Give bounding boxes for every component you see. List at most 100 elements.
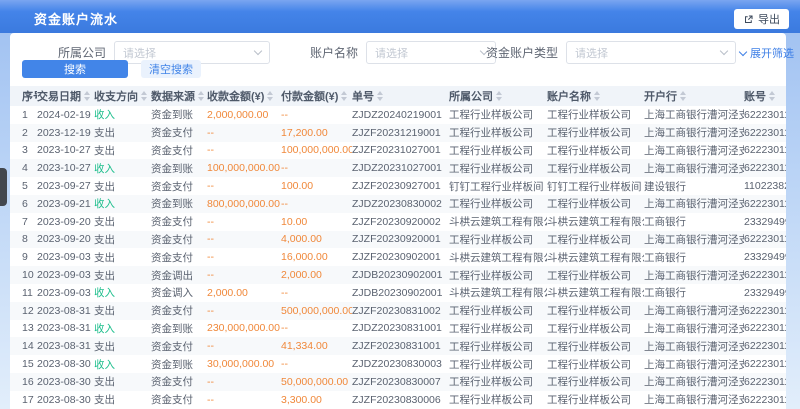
cell-company: 斗栱云建筑工程有限公司 [449,248,547,266]
sort-icon[interactable] [84,91,90,101]
column-header-5[interactable]: 付款金额(¥) [281,86,352,106]
column-header-4[interactable]: 收款金额(¥) [207,86,281,106]
cell-account-no: 622230111 [744,391,786,409]
export-button-label: 导出 [758,11,780,27]
cell-bank: 上海工商银行漕河泾支行 [644,355,744,373]
cell-index: 1 [10,106,37,124]
cell-account-no: 622230111 [744,320,786,338]
cell-order-no: ZJDZ20240219001 [352,106,449,124]
sort-icon[interactable] [680,91,686,101]
cell-bank: 上海工商银行漕河泾支行 [644,337,744,355]
sort-icon[interactable] [267,91,273,101]
column-header-1[interactable]: 交易日期 [37,86,94,106]
cell-index: 11 [10,284,37,302]
cell-payment: 2,000.00 [281,266,352,284]
cell-income: 2,000.00 [207,284,281,302]
cell-account-name: 斗栱云建筑工程有限公司 [547,213,644,231]
account-type-filter-select[interactable]: 请选择 [566,41,736,64]
cell-bank: 工商银行 [644,248,744,266]
cell-order-no: ZJZF20230920002 [352,213,449,231]
cell-direction: 支出 [94,142,151,160]
cell-date: 2023-09-27 [37,177,94,195]
cell-income: 30,000,000.00 [207,355,281,373]
cell-account-name: 工程行业样板公司 [547,337,644,355]
sort-icon[interactable] [377,91,383,101]
cell-direction: 支出 [94,266,151,284]
column-header-9[interactable]: 开户行 [644,86,744,106]
cell-payment: -- [281,195,352,213]
cell-source: 资金支付 [151,373,207,391]
column-header-7[interactable]: 所属公司 [449,86,547,106]
cell-payment: 3,300.00 [281,391,352,409]
cell-index: 16 [10,373,37,391]
column-header-label: 交易日期 [37,88,81,104]
cell-company: 工程行业样板公司 [449,142,547,160]
sort-icon[interactable] [341,91,347,101]
cell-index: 17 [10,391,37,409]
cell-index: 2 [10,124,37,142]
column-header-label: 数据来源 [151,88,195,104]
cell-account-name: 工程行业样板公司 [547,195,644,213]
side-handle[interactable] [0,168,7,206]
column-header-2[interactable]: 收支方向 [94,86,151,106]
column-header-10[interactable]: 账号 [744,86,786,106]
cell-date: 2023-08-31 [37,320,94,338]
cell-account-no: 622230111 [744,142,786,160]
cell-index: 5 [10,177,37,195]
column-header-3[interactable]: 数据来源 [151,86,207,106]
table-body: 12024-02-19收入资金到账2,000,000.00--ZJDZ20240… [10,106,786,409]
cell-payment: 4,000.00 [281,231,352,249]
table-row: 172023-08-30支出资金支付--3,300.00ZJZF20230830… [10,391,786,409]
cell-company: 工程行业样板公司 [449,124,547,142]
column-header-label: 所属公司 [449,88,493,104]
cell-source: 资金到账 [151,159,207,177]
cell-bank: 上海工商银行漕河泾支行 [644,302,744,320]
cell-direction: 支出 [94,373,151,391]
cell-account-name: 工程行业样板公司 [547,142,644,160]
clear-search-button[interactable]: 清空搜索 [141,60,201,78]
cell-account-no: 622230111 [744,159,786,177]
cell-income: -- [207,213,281,231]
sort-icon[interactable] [594,91,600,101]
cell-date: 2023-10-27 [37,159,94,177]
cell-index: 13 [10,320,37,338]
cell-account-no: 622230111 [744,373,786,391]
cell-company: 工程行业样板公司 [449,355,547,373]
cell-index: 7 [10,213,37,231]
cell-source: 资金到账 [151,106,207,124]
sort-icon[interactable] [198,91,204,101]
transactions-table-wrap: 序号交易日期收支方向数据来源收款金额(¥)付款金额(¥)单号所属公司账户名称开户… [10,86,786,409]
cell-direction: 支出 [94,391,151,409]
sort-icon[interactable] [769,91,775,101]
cell-bank: 上海工商银行漕河泾支行 [644,124,744,142]
cell-source: 资金支付 [151,337,207,355]
column-header-8[interactable]: 账户名称 [547,86,644,106]
cell-payment: 500,000,000.00 [281,302,352,320]
table-row: 92023-09-03支出资金支付--16,000.00ZJZF20230902… [10,248,786,266]
cell-order-no: ZJZF20231027001 [352,142,449,160]
export-button[interactable]: 导出 [734,9,789,29]
company-filter-label: 所属公司 [40,46,106,60]
search-button[interactable]: 搜索 [22,60,128,78]
cell-account-no: 622230111 [744,355,786,373]
cell-company: 工程行业样板公司 [449,373,547,391]
cell-index: 12 [10,302,37,320]
table-row: 32023-10-27支出资金支付--100,000,000.00ZJZF202… [10,142,786,160]
table-row: 72023-09-20支出资金支付--10.00ZJZF20230920002斗… [10,213,786,231]
expand-filters-label: 展开筛选 [750,45,794,61]
cell-account-no: 622230111 [744,106,786,124]
cell-company: 斗栱云建筑工程有限公司 [449,213,547,231]
column-header-6[interactable]: 单号 [352,86,449,106]
sort-icon[interactable] [496,91,502,101]
transactions-table: 序号交易日期收支方向数据来源收款金额(¥)付款金额(¥)单号所属公司账户名称开户… [10,86,786,409]
cell-bank: 上海工商银行漕河泾支行 [644,231,744,249]
sort-icon[interactable] [141,91,147,101]
cell-account-no: 233294994 [744,284,786,302]
cell-direction: 支出 [94,213,151,231]
expand-filters-link[interactable]: 展开筛选 [740,45,794,61]
cell-order-no: ZJZF20231219001 [352,124,449,142]
cell-bank: 工商银行 [644,213,744,231]
cell-bank: 上海工商银行漕河泾支行 [644,373,744,391]
cell-direction: 收入 [94,195,151,213]
cell-payment: 16,000.00 [281,248,352,266]
